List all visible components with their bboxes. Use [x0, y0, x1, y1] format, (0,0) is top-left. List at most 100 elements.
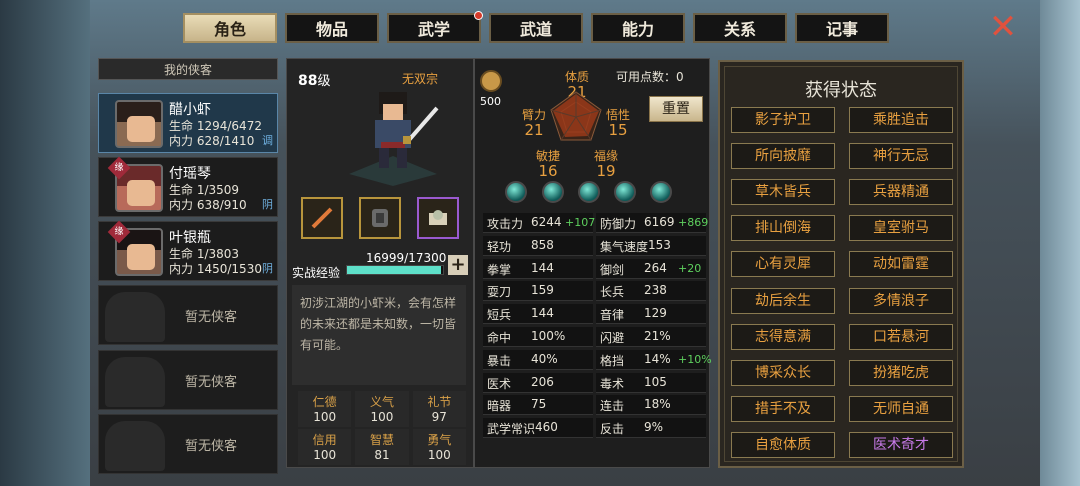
- stat-cell: 短兵 144: [483, 304, 593, 325]
- status-item[interactable]: 草木皆兵: [731, 179, 835, 206]
- hero-mp: 内力 1450/1530: [169, 262, 262, 276]
- status-item[interactable]: 兵器精通: [849, 179, 953, 206]
- stat-cell: 长兵 238: [596, 281, 706, 302]
- status-item[interactable]: 排山倒海: [731, 215, 835, 242]
- meridian-gem-icon[interactable]: [578, 181, 600, 203]
- exp-value: 16999/17300: [366, 251, 447, 265]
- meridian-gem-icon[interactable]: [542, 181, 564, 203]
- status-item[interactable]: 口若悬河: [849, 323, 953, 350]
- stat-label: 医术: [487, 376, 512, 391]
- tab-role[interactable]: 角色: [183, 13, 277, 43]
- power-icon: [480, 70, 502, 92]
- status-item[interactable]: 志得意满: [731, 323, 835, 350]
- hero-card[interactable]: 醋小虾 生命 1294/6472 内力 628/1410 调: [98, 93, 278, 153]
- armor-icon: [372, 209, 388, 227]
- stat-cell: 暴击 40%: [483, 349, 593, 370]
- hero-tag: 阴: [262, 198, 273, 211]
- stat-value: 6244: [531, 215, 562, 229]
- status-item[interactable]: 博采众长: [731, 359, 835, 386]
- meridian-gem-icon[interactable]: [650, 181, 672, 203]
- stat-label: 命中: [487, 331, 512, 345]
- status-item[interactable]: 自愈体质: [731, 431, 835, 458]
- meridian-gem-icon[interactable]: [505, 181, 527, 203]
- roster-header: 我的侠客: [98, 58, 278, 80]
- stat-bonus: +10%: [678, 352, 712, 366]
- hero-card[interactable]: 缘 叶银瓶 生命 1/3803 内力 1450/1530 阴: [98, 220, 278, 281]
- attr-strength: 臂力 21: [521, 108, 546, 139]
- attribute-radar: [550, 91, 602, 141]
- stat-label: 格挡: [600, 353, 625, 368]
- stat-label: 耍刀: [487, 285, 512, 300]
- stat-bonus: +869: [678, 216, 709, 229]
- status-item[interactable]: 影子护卫: [731, 107, 835, 133]
- stat-cell: 轻功 858: [483, 235, 593, 256]
- stat-label: 短兵: [487, 308, 512, 323]
- virtue-cell: 智慧 81: [355, 429, 409, 465]
- status-item[interactable]: 劫后余生: [731, 287, 835, 314]
- weapon-slot[interactable]: [301, 197, 343, 239]
- scroll-icon: [429, 210, 447, 225]
- hero-name: 醋小虾: [169, 102, 211, 118]
- empty-slot[interactable]: 暂无侠客: [98, 285, 278, 345]
- status-item[interactable]: 乘胜追击: [849, 107, 953, 133]
- bio-text: 初涉江湖的小虾米，会有怎样的未来还都是未知数，一切皆有可能。: [292, 285, 466, 385]
- available-points: 可用点数：0: [616, 70, 684, 84]
- tab-martial[interactable]: 武学: [387, 11, 483, 43]
- hero-card[interactable]: 缘 付瑶琴 生命 1/3509 内力 638/910 阴: [98, 156, 278, 217]
- stat-cell: 集气速度 153: [596, 235, 706, 256]
- status-item[interactable]: 所向披靡: [731, 143, 835, 170]
- tab-path[interactable]: 武道: [489, 13, 583, 43]
- stat-value: 9%: [644, 420, 664, 435]
- meridian-gem-icon[interactable]: [614, 181, 636, 203]
- tab-martial-label: 武学: [417, 20, 450, 39]
- virtue-cell: 礼节 97: [412, 391, 466, 427]
- tab-ability[interactable]: 能力: [591, 13, 685, 43]
- empty-slot[interactable]: 暂无侠客: [98, 414, 278, 474]
- stat-label: 攻击力: [487, 217, 524, 231]
- stat-value: 858: [531, 237, 554, 252]
- stat-value: 144: [531, 260, 554, 275]
- status-item[interactable]: 扮猪吃虎: [849, 359, 953, 386]
- close-x-icon[interactable]: ✕: [986, 10, 1020, 44]
- empty-slot[interactable]: 暂无侠客: [98, 350, 278, 410]
- status-item[interactable]: 皇室驸马: [849, 215, 953, 242]
- stat-value: 264: [644, 260, 667, 275]
- status-item[interactable]: 无师自通: [849, 395, 953, 422]
- stat-cell: 格挡 14% +10%: [596, 349, 712, 370]
- tab-items[interactable]: 物品: [285, 13, 379, 43]
- stat-label: 连击: [600, 399, 625, 414]
- hero-tag: 调: [262, 134, 273, 147]
- armor-slot[interactable]: [359, 197, 401, 239]
- stat-value: 206: [531, 374, 554, 389]
- tab-relations[interactable]: 关系: [693, 13, 787, 43]
- tab-journal[interactable]: 记事: [795, 13, 889, 43]
- reset-button[interactable]: 重置: [649, 96, 703, 122]
- exp-bar-fill: [347, 266, 442, 274]
- status-title: 获得状态: [805, 80, 877, 101]
- notification-dot-icon: [474, 11, 483, 20]
- level: 88级: [298, 73, 331, 89]
- stat-cell: 耍刀 159: [483, 281, 593, 302]
- status-item[interactable]: 动如雷霆: [849, 251, 953, 278]
- virtue-cell: 信用 100: [298, 429, 352, 465]
- power-value: 500: [480, 95, 501, 108]
- status-item[interactable]: 神行无忌: [849, 143, 953, 170]
- stat-label: 暗器: [487, 399, 512, 414]
- exp-label: 实战经验: [292, 266, 341, 280]
- stat-value: 238: [644, 283, 667, 298]
- stat-cell: 防御力 6169 +869: [596, 213, 709, 233]
- hero-tag: 阴: [262, 262, 273, 275]
- character-sprite: [349, 92, 439, 186]
- status-item[interactable]: 多情浪子: [849, 287, 953, 314]
- status-item[interactable]: 心有灵犀: [731, 251, 835, 278]
- stat-value: 6169: [644, 215, 675, 229]
- stat-label: 音律: [600, 308, 625, 323]
- stat-cell: 闪避 21%: [596, 327, 706, 347]
- status-item[interactable]: 措手不及: [731, 395, 835, 422]
- stat-value: 75: [531, 397, 547, 412]
- stat-label: 毒术: [600, 376, 625, 391]
- add-exp-button[interactable]: +: [448, 255, 468, 275]
- status-item[interactable]: 医术奇才: [849, 431, 953, 458]
- hero-mp: 内力 638/910: [169, 198, 247, 212]
- accessory-slot[interactable]: [417, 197, 459, 239]
